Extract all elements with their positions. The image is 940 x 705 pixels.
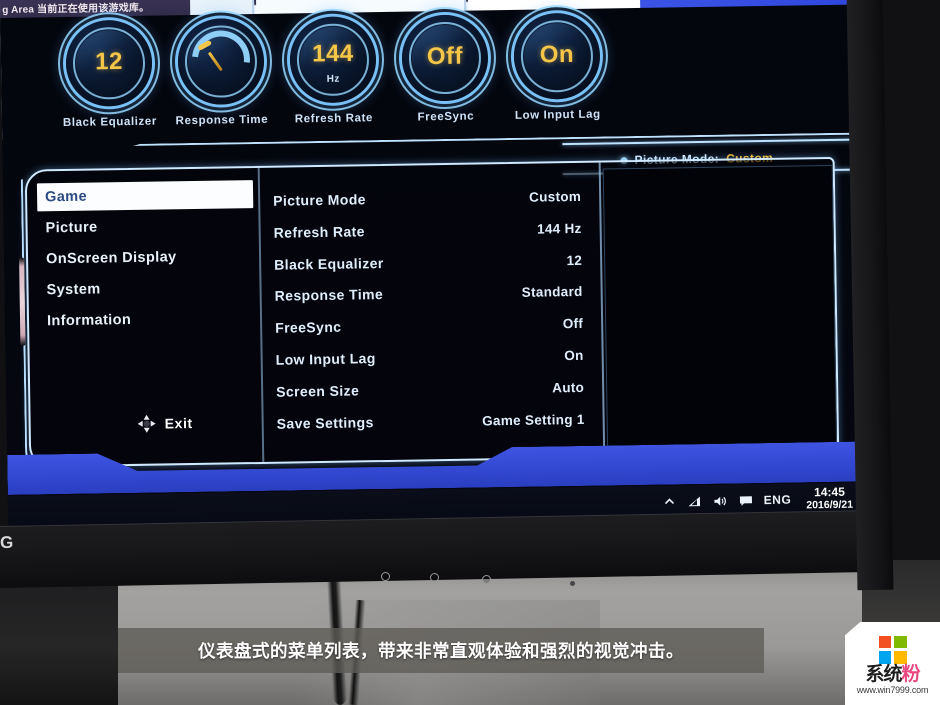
- setting-row-response-time[interactable]: Response Time Standard: [274, 276, 583, 313]
- menu-item-label: Picture: [45, 219, 98, 237]
- menu-item-label: Game: [44, 188, 88, 206]
- exit-button[interactable]: Exit: [137, 413, 193, 434]
- caption-text: 仪表盘式的菜单列表，带来非常直观体验和强烈的视觉冲击。: [198, 641, 684, 661]
- setting-value: Game Setting 1: [482, 411, 585, 429]
- menu-item-game[interactable]: Game: [36, 180, 254, 212]
- volume-icon[interactable]: [713, 494, 728, 507]
- gauge-arc-icon: [180, 18, 262, 101]
- monitor-brand-logo: G: [0, 532, 14, 553]
- setting-value: Standard: [521, 284, 583, 301]
- setting-name: FreeSync: [275, 318, 342, 336]
- dial-value: 144: [311, 39, 354, 68]
- osd-menu-list: Game Picture OnScreen Display System Inf…: [36, 180, 255, 433]
- notification-icon[interactable]: [739, 494, 753, 507]
- setting-value: 144 Hz: [536, 220, 582, 237]
- dial-response-time[interactable]: Response Time: [168, 17, 274, 128]
- menu-item-information[interactable]: Information: [39, 304, 255, 335]
- setting-name: Black Equalizer: [274, 254, 384, 273]
- dial-unit: Hz: [326, 73, 340, 85]
- setting-value: 12: [566, 252, 583, 268]
- microsoft-logo-icon: [878, 635, 907, 664]
- dial-shine: [75, 29, 143, 97]
- chevron-up-icon[interactable]: [663, 495, 676, 508]
- setting-row-low-input-lag[interactable]: Low Input Lag On: [275, 340, 584, 377]
- dial-refresh-rate[interactable]: 144 Hz Refresh Rate: [280, 16, 386, 126]
- menu-item-label: OnScreen Display: [45, 249, 177, 268]
- setting-value: Off: [562, 316, 584, 332]
- dpad-icon: [137, 414, 157, 434]
- dial-face: 144 Hz: [289, 16, 377, 104]
- dial-value: Off: [426, 42, 464, 71]
- dial-label: Response Time: [175, 113, 269, 128]
- wifi-icon[interactable]: [687, 495, 702, 508]
- dial-face: On: [513, 12, 601, 100]
- menu-item-system[interactable]: System: [38, 273, 254, 304]
- monitor-screen: g Area 当前正在使用该游戏库。 12 Black Equalizer Re…: [0, 0, 877, 528]
- setting-name: Screen Size: [276, 382, 360, 400]
- setting-row-freesync[interactable]: FreeSync Off: [275, 308, 583, 345]
- exit-label: Exit: [164, 415, 193, 432]
- setting-value: On: [564, 347, 584, 364]
- dial-shine: [411, 24, 479, 92]
- dial-shine: [187, 28, 255, 96]
- dial-face: [177, 17, 265, 106]
- site-watermark: 系统粉 www.win7999.com: [845, 622, 940, 705]
- dial-shine: [523, 22, 591, 90]
- logo-square-red: [878, 635, 892, 649]
- gauge-needle-icon: [207, 51, 223, 72]
- dial-value: 12: [94, 47, 124, 76]
- dial-freesync[interactable]: Off FreeSync: [392, 14, 498, 124]
- dial-label: Black Equalizer: [62, 115, 158, 130]
- logo-square-blue: [878, 650, 892, 664]
- setting-value: Custom: [528, 188, 582, 205]
- dial-low-input-lag[interactable]: On Low Input Lag: [504, 12, 610, 122]
- setting-name: Response Time: [274, 286, 384, 305]
- menu-item-onscreen-display[interactable]: OnScreen Display: [38, 242, 254, 273]
- watermark-name: 系统粉: [865, 663, 921, 685]
- dial-black-equalizer[interactable]: 12 Black Equalizer: [56, 19, 162, 129]
- screenshot-root: g Area 当前正在使用该游戏库。 12 Black Equalizer Re…: [0, 0, 940, 705]
- dial-shine: [299, 26, 367, 94]
- osd-settings-list: Picture Mode Custom Refresh Rate 144 Hz …: [273, 181, 585, 440]
- monitor-button-2[interactable]: [430, 573, 439, 582]
- setting-row-refresh-rate[interactable]: Refresh Rate 144 Hz: [273, 213, 582, 250]
- setting-name: Low Input Lag: [275, 350, 376, 368]
- dial-face: Off: [401, 14, 489, 102]
- setting-row-picture-mode[interactable]: Picture Mode Custom: [273, 181, 581, 218]
- dial-face: 12: [65, 19, 153, 107]
- menu-item-label: Information: [46, 311, 132, 330]
- watermark-name-left: 系统: [865, 663, 902, 685]
- dial-label: Low Input Lag: [514, 108, 601, 122]
- dial-value: On: [539, 40, 575, 69]
- monitor-button-1[interactable]: [381, 572, 390, 581]
- osd-dial-row: 12 Black Equalizer Response Time 144 Hz: [56, 12, 618, 151]
- setting-name: Save Settings: [276, 413, 374, 432]
- menu-item-label: System: [46, 281, 101, 299]
- setting-row-black-equalizer[interactable]: Black Equalizer 12: [274, 244, 582, 281]
- menu-item-picture[interactable]: Picture: [37, 211, 253, 242]
- watermark-url: www.win7999.com: [856, 685, 929, 696]
- osd-preview-pane: [602, 164, 838, 453]
- taskbar-clock[interactable]: 14:45 2016/9/21: [802, 485, 857, 512]
- caption-bar: 仪表盘式的菜单列表，带来非常直观体验和强烈的视觉冲击。: [118, 628, 764, 673]
- setting-row-screen-size[interactable]: Screen Size Auto: [276, 372, 584, 409]
- dial-label: Refresh Rate: [294, 112, 374, 126]
- setting-name: Picture Mode: [273, 191, 367, 209]
- setting-name: Refresh Rate: [273, 223, 365, 241]
- dial-label: FreeSync: [417, 110, 475, 124]
- setting-row-save-settings[interactable]: Save Settings Game Setting 1: [276, 403, 585, 440]
- gauge-tick-icon: [197, 39, 213, 51]
- monitor-button-3[interactable]: [482, 575, 491, 584]
- setting-value: Auto: [552, 379, 585, 396]
- monitor-power-led: [570, 581, 575, 586]
- logo-square-yellow: [893, 650, 907, 664]
- logo-square-green: [893, 635, 907, 649]
- watermark-name-right: 粉: [901, 663, 921, 685]
- language-indicator[interactable]: ENG: [764, 493, 792, 507]
